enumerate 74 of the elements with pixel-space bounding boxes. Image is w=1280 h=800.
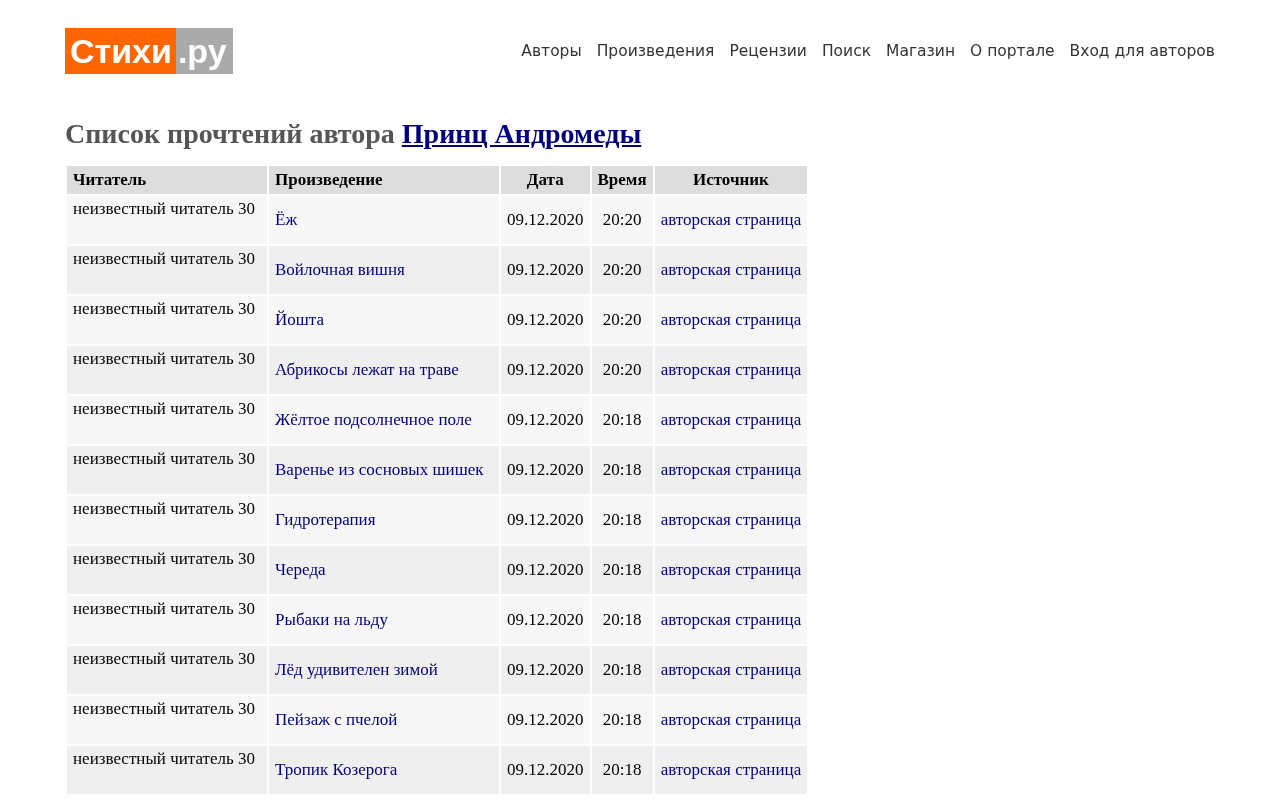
reader-cell: неизвестный читатель 30 bbox=[67, 346, 267, 394]
nav-link[interactable]: Поиск bbox=[821, 42, 872, 60]
reader-cell: неизвестный читатель 30 bbox=[67, 546, 267, 594]
nav-link[interactable]: Рецензии bbox=[729, 42, 807, 60]
work-link[interactable]: Йошта bbox=[275, 310, 325, 329]
time-cell: 20:20 bbox=[591, 196, 653, 244]
time-cell: 20:18 bbox=[591, 746, 653, 794]
reader-cell: неизвестный читатель 30 bbox=[67, 196, 267, 244]
column-header: Произведение bbox=[269, 166, 499, 194]
time-cell: 20:18 bbox=[591, 646, 653, 694]
date-cell: 09.12.2020 bbox=[501, 446, 590, 494]
date-cell: 09.12.2020 bbox=[501, 196, 590, 244]
source-link[interactable]: авторская страница bbox=[660, 460, 802, 479]
source-link[interactable]: авторская страница bbox=[660, 760, 802, 779]
reader-cell: неизвестный читатель 30 bbox=[67, 246, 267, 294]
time-cell: 20:18 bbox=[591, 596, 653, 644]
time-cell: 20:20 bbox=[591, 246, 653, 294]
date-cell: 09.12.2020 bbox=[501, 746, 590, 794]
work-link[interactable]: Ёж bbox=[275, 210, 298, 229]
nav-link[interactable]: Произведения bbox=[596, 42, 715, 60]
work-link[interactable]: Лёд удивителен зимой bbox=[275, 660, 438, 679]
source-link[interactable]: авторская страница bbox=[660, 210, 802, 229]
work-link[interactable]: Тропик Козерога bbox=[275, 760, 398, 779]
time-cell: 20:18 bbox=[591, 396, 653, 444]
nav-link[interactable]: Авторы bbox=[521, 42, 582, 60]
nav-link[interactable]: О портале bbox=[970, 42, 1055, 60]
author-link[interactable]: Принц Андромеды bbox=[401, 118, 642, 149]
source-link[interactable]: авторская страница bbox=[660, 660, 802, 679]
source-link[interactable]: авторская страница bbox=[660, 260, 802, 279]
source-link[interactable]: авторская страница bbox=[660, 610, 802, 629]
work-link[interactable]: Рыбаки на льду bbox=[275, 610, 388, 629]
reader-cell: неизвестный читатель 30 bbox=[67, 396, 267, 444]
work-link[interactable]: Череда bbox=[275, 560, 326, 579]
work-link[interactable]: Жёлтое подсолнечное поле bbox=[275, 410, 472, 429]
time-cell: 20:18 bbox=[591, 446, 653, 494]
date-cell: 09.12.2020 bbox=[501, 396, 590, 444]
page-heading: Список прочтений автора Принц Андромеды bbox=[65, 118, 643, 150]
source-link[interactable]: авторская страница bbox=[660, 360, 802, 379]
source-link[interactable]: авторская страница bbox=[660, 560, 802, 579]
time-cell: 20:20 bbox=[591, 346, 653, 394]
work-link[interactable]: Варенье из сосновых шишек bbox=[275, 460, 484, 479]
source-link[interactable]: авторская страница bbox=[660, 410, 802, 429]
date-cell: 09.12.2020 bbox=[501, 546, 590, 594]
date-cell: 09.12.2020 bbox=[501, 696, 590, 744]
reader-cell: неизвестный читатель 30 bbox=[67, 746, 267, 794]
nav-link[interactable]: Магазин bbox=[886, 42, 955, 60]
work-link[interactable]: Войлочная вишня bbox=[275, 260, 405, 279]
reader-cell: неизвестный читатель 30 bbox=[67, 496, 267, 544]
work-link[interactable]: Гидротерапия bbox=[275, 510, 376, 529]
source-link[interactable]: авторская страница bbox=[660, 510, 802, 529]
reader-cell: неизвестный читатель 30 bbox=[67, 296, 267, 344]
time-cell: 20:20 bbox=[591, 296, 653, 344]
work-link[interactable]: Абрикосы лежат на траве bbox=[275, 360, 459, 379]
reader-cell: неизвестный читатель 30 bbox=[67, 696, 267, 744]
reader-cell: неизвестный читатель 30 bbox=[67, 596, 267, 644]
column-header: Время bbox=[591, 166, 653, 194]
date-cell: 09.12.2020 bbox=[501, 346, 590, 394]
date-cell: 09.12.2020 bbox=[501, 246, 590, 294]
time-cell: 20:18 bbox=[591, 696, 653, 744]
date-cell: 09.12.2020 bbox=[501, 296, 590, 344]
work-link[interactable]: Пейзаж с пчелой bbox=[275, 710, 398, 729]
reader-cell: неизвестный читатель 30 bbox=[67, 446, 267, 494]
date-cell: 09.12.2020 bbox=[501, 646, 590, 694]
column-header: Читатель bbox=[67, 166, 267, 194]
reader-cell: неизвестный читатель 30 bbox=[67, 646, 267, 694]
time-cell: 20:18 bbox=[591, 546, 653, 594]
source-link[interactable]: авторская страница bbox=[660, 710, 802, 729]
nav-link[interactable]: Вход для авторов bbox=[1069, 42, 1215, 60]
date-cell: 09.12.2020 bbox=[501, 596, 590, 644]
column-header: Дата bbox=[501, 166, 590, 194]
source-link[interactable]: авторская страница bbox=[660, 310, 802, 329]
date-cell: 09.12.2020 bbox=[501, 496, 590, 544]
time-cell: 20:18 bbox=[591, 496, 653, 544]
column-header: Источник bbox=[654, 166, 808, 194]
